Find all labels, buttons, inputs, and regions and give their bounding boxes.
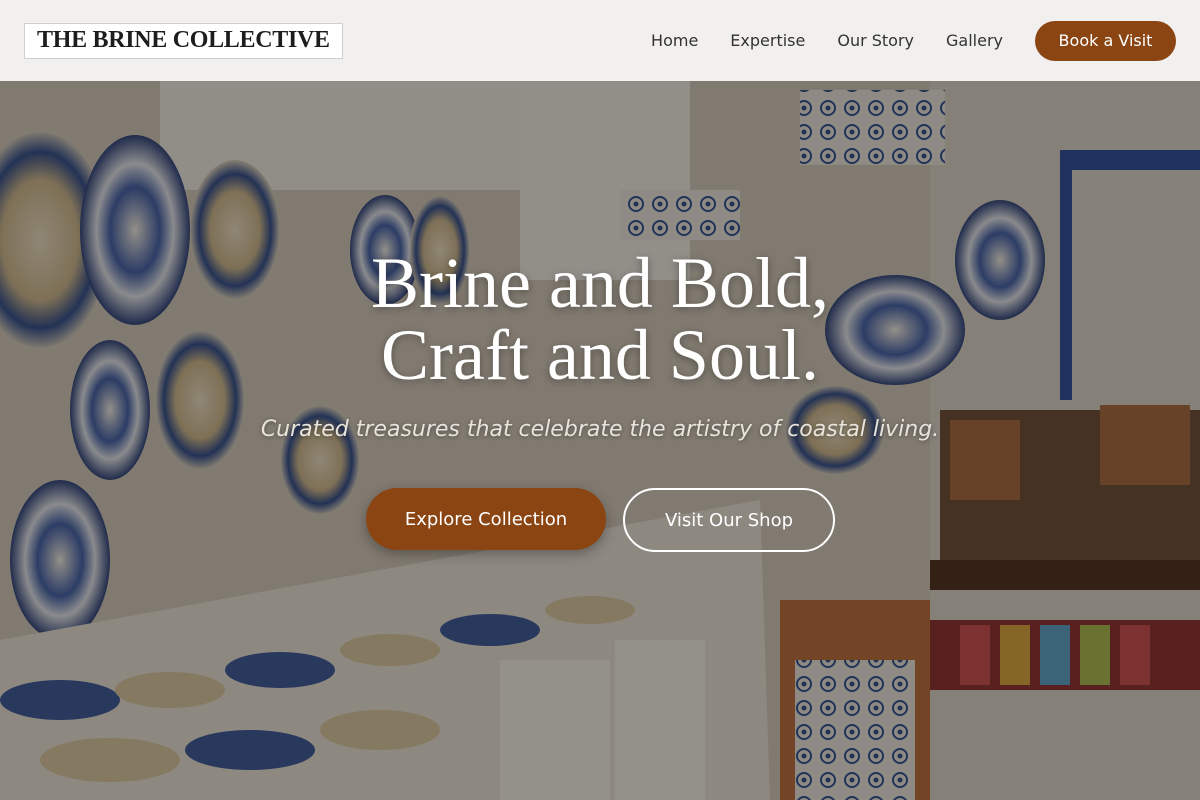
hero-title-line-1: Brine and Bold, [371,243,829,323]
hero-subtitle: Curated treasures that celebrate the art… [260,417,940,442]
hero-title-line-2: Craft and Soul. [381,315,819,395]
main-nav: Home Expertise Our Story Gallery Book a … [651,20,1176,61]
nav-link-our-story[interactable]: Our Story [837,31,914,50]
nav-link-home[interactable]: Home [651,31,698,50]
nav-link-gallery[interactable]: Gallery [946,31,1003,50]
book-a-visit-button[interactable]: Book a Visit [1035,20,1176,61]
hero-title: Brine and Bold, Craft and Soul. [0,247,1200,391]
hero-cta-row: Explore Collection Visit Our Shop [0,488,1200,552]
nav-link-expertise[interactable]: Expertise [730,31,805,50]
hero-section: Brine and Bold, Craft and Soul. Curated … [0,81,1200,800]
explore-collection-button[interactable]: Explore Collection [366,488,606,550]
visit-our-shop-button[interactable]: Visit Our Shop [623,488,835,552]
site-header: THE BRINE COLLECTIVE Home Expertise Our … [0,0,1200,81]
brand-logo[interactable]: THE BRINE COLLECTIVE [24,22,343,59]
